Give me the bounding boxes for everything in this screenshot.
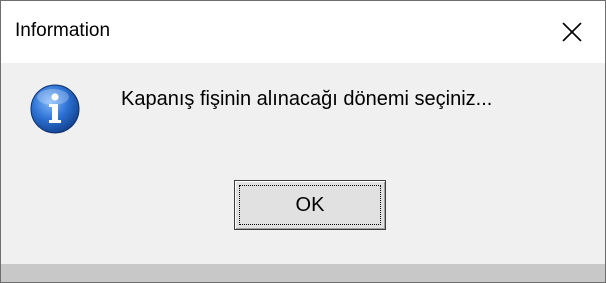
title-bar[interactable]: Information [1, 1, 605, 63]
dialog-body: Kapanış fişinin alınacağı dönemi seçiniz… [1, 63, 605, 264]
ok-button[interactable]: OK [234, 180, 386, 230]
information-dialog: Information Kapanış fişinin alınacağı dö… [0, 0, 606, 283]
ok-button-label: OK [295, 193, 325, 216]
close-icon [562, 22, 582, 42]
information-icon [30, 84, 80, 134]
dialog-bottom-border [1, 264, 605, 282]
dialog-message: Kapanış fişinin alınacağı dönemi seçiniz… [121, 88, 493, 110]
close-button[interactable] [549, 9, 595, 55]
dialog-title: Information [15, 20, 111, 41]
